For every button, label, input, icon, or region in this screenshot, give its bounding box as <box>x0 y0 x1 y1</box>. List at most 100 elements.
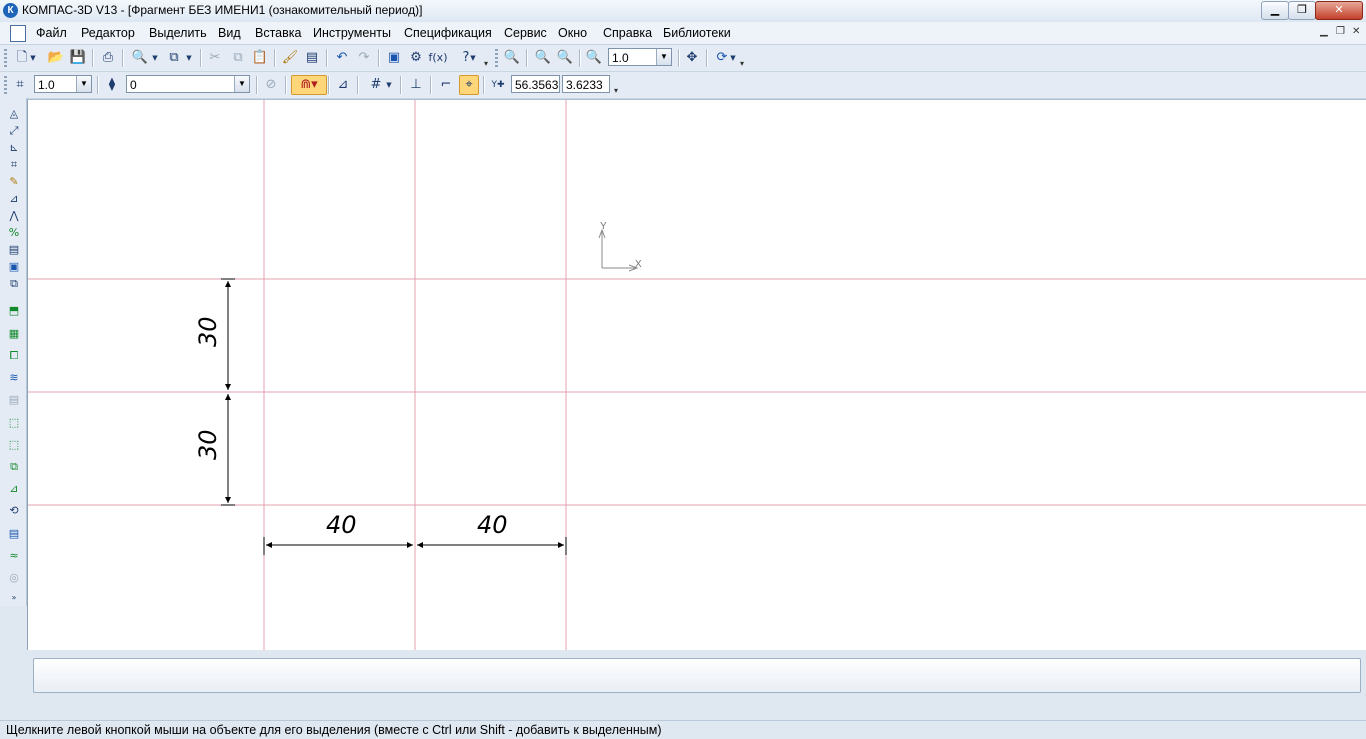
document-icon[interactable] <box>10 25 26 42</box>
kompas-app-icon[interactable]: К <box>3 3 18 18</box>
layer-combo[interactable]: 0 ▼ <box>126 75 250 93</box>
coord-x-field[interactable]: 56.3563 <box>511 75 560 93</box>
origin-cs[interactable] <box>598 228 639 272</box>
properties-dropdown-icon[interactable]: ▼ <box>184 48 194 68</box>
undo-icon[interactable]: ↶ <box>332 48 352 68</box>
zoom-combo[interactable]: 1.0 ▼ <box>608 48 672 66</box>
view-icon[interactable]: ▦ <box>4 326 24 342</box>
fx-icon[interactable]: f(x) <box>428 48 448 68</box>
rotate-icon[interactable]: ⟲ <box>4 503 24 519</box>
menu-select[interactable]: Выделить <box>149 26 207 40</box>
grid-dropdown-icon[interactable]: ▼ <box>384 75 394 95</box>
menu-tools[interactable]: Инструменты <box>313 26 391 40</box>
toolbar-overflow-icon[interactable]: ▾ <box>484 59 488 68</box>
format-brush-icon[interactable]: 🖌 <box>280 48 300 68</box>
select-icon[interactable]: ⋀ <box>4 208 24 224</box>
print-icon[interactable]: ⎙ <box>98 48 118 68</box>
library-icon[interactable]: ⚙ <box>406 48 426 68</box>
frame-icon[interactable]: ▤ <box>4 392 24 408</box>
toolbar-grip[interactable] <box>495 49 498 67</box>
help-dropdown-icon[interactable]: ▼ <box>468 48 478 68</box>
scale-icon[interactable]: ⧉ <box>4 459 24 475</box>
doc-minimize-icon[interactable]: ▁ <box>1320 26 1328 37</box>
menu-view[interactable]: Вид <box>218 26 241 40</box>
coord-y-field[interactable]: 3.6233 <box>562 75 610 93</box>
doc-restore-icon[interactable]: ❐ <box>1336 26 1345 37</box>
layer-icon[interactable]: ⧫ <box>102 75 122 95</box>
menu-help[interactable]: Справка <box>603 26 652 40</box>
report-edit-icon[interactable]: ▤ <box>4 526 24 542</box>
new-dropdown-icon[interactable]: ▼ <box>28 48 38 68</box>
preview-dropdown-icon[interactable]: ▼ <box>150 48 160 68</box>
toolbar-overflow-icon[interactable]: ▾ <box>740 59 744 68</box>
step-combo[interactable]: 1.0 ▼ <box>34 75 92 93</box>
dimension-label-40[interactable]: 40 <box>477 511 508 539</box>
measure-icon[interactable]: ⊿ <box>4 191 24 207</box>
menu-editor[interactable]: Редактор <box>81 26 135 40</box>
zoom-window-icon[interactable]: 🔍 <box>502 48 522 68</box>
local-cs-icon[interactable]: ⊥ <box>406 75 426 95</box>
pan-icon[interactable]: ✥ <box>682 48 702 68</box>
dimension-label-30[interactable]: 30 <box>194 429 222 460</box>
ortho-icon[interactable]: ⊿ <box>333 75 353 95</box>
dimension-vertical-1[interactable] <box>221 278 235 390</box>
layer-icon[interactable]: ⧠ <box>4 348 24 364</box>
round-icon[interactable]: ⌐ <box>436 75 456 95</box>
open-icon[interactable]: 📂 <box>46 48 66 68</box>
redo-icon[interactable]: ↷ <box>354 48 374 68</box>
doc-close-icon[interactable]: ✕ <box>1352 26 1360 37</box>
menu-file[interactable]: Файл <box>36 26 67 40</box>
mirror-icon[interactable]: ⊿ <box>4 481 24 497</box>
toolbar-overflow-icon[interactable]: ▾ <box>614 86 618 95</box>
zoom-scale-icon[interactable]: 🔍 <box>584 48 604 68</box>
chevron-down-icon[interactable]: ▼ <box>234 76 249 92</box>
spec-icon[interactable]: % <box>4 225 24 241</box>
refresh-dropdown-icon[interactable]: ▼ <box>728 48 738 68</box>
menu-specification[interactable]: Спецификация <box>404 26 492 40</box>
dimension-label-30[interactable]: 30 <box>194 316 222 347</box>
attrib-icon[interactable]: ≋ <box>4 370 24 386</box>
copy-icon[interactable]: ⧉ <box>228 48 248 68</box>
dimension-vertical-2[interactable] <box>221 394 235 506</box>
macro-icon[interactable]: ⬒ <box>4 303 24 319</box>
dimension-horizontal-2[interactable] <box>417 537 567 555</box>
chevron-down-icon[interactable]: ▼ <box>76 76 91 92</box>
variables-icon[interactable]: ▤ <box>302 48 322 68</box>
magnet-icon[interactable]: ⋒▾ <box>291 75 327 95</box>
grid-icon[interactable]: # <box>366 75 386 95</box>
notation-icon[interactable]: ⊾ <box>4 140 24 156</box>
toolbar-grip[interactable] <box>4 76 7 94</box>
dimensions-icon[interactable]: ⤢ <box>4 123 24 139</box>
drawing-canvas[interactable]: Y X 30 30 40 40 <box>27 99 1366 650</box>
manager-icon[interactable]: ▣ <box>384 48 404 68</box>
cursor-coords-icon[interactable]: Y✚ <box>488 75 508 95</box>
menu-libraries[interactable]: Библиотеки <box>663 26 731 40</box>
toolbar-grip[interactable] <box>4 49 7 67</box>
minimize-button[interactable]: ▁ <box>1261 1 1289 20</box>
save-icon[interactable]: 💾 <box>68 48 88 68</box>
more-icon[interactable]: » <box>4 590 24 606</box>
chevron-down-icon[interactable]: ▼ <box>656 49 671 65</box>
property-panel[interactable] <box>33 658 1361 693</box>
dimension-label-40[interactable]: 40 <box>326 511 357 539</box>
dimension-horizontal-1[interactable] <box>263 537 413 555</box>
menu-window[interactable]: Окно <box>558 26 587 40</box>
report-icon[interactable]: ▤ <box>4 242 24 258</box>
crop-icon[interactable]: ⬚ <box>4 437 24 453</box>
rect-frame-icon[interactable]: ⬚ <box>4 415 24 431</box>
maximize-button[interactable]: ❐ <box>1288 1 1316 20</box>
close-button[interactable]: ✕ <box>1315 1 1363 20</box>
properties-icon[interactable]: ⧉ <box>164 48 184 68</box>
cursor-snap-icon[interactable]: ⌖ <box>459 75 479 95</box>
snap-icon[interactable]: ⊘ <box>261 75 281 95</box>
zoom-out-icon[interactable]: 🔍 <box>555 48 575 68</box>
params-icon[interactable]: ✎ <box>4 174 24 190</box>
menu-service[interactable]: Сервис <box>504 26 547 40</box>
zoom-in-icon[interactable]: 🔍 <box>533 48 553 68</box>
wave-icon[interactable]: ≈ <box>4 548 24 564</box>
step-cursor-icon[interactable]: ⌗ <box>10 75 30 95</box>
menu-insert[interactable]: Вставка <box>255 26 301 40</box>
preview-icon[interactable]: 🔍 <box>130 48 150 68</box>
cut-icon[interactable]: ✂ <box>205 48 225 68</box>
paste-icon[interactable]: 📋 <box>250 48 270 68</box>
